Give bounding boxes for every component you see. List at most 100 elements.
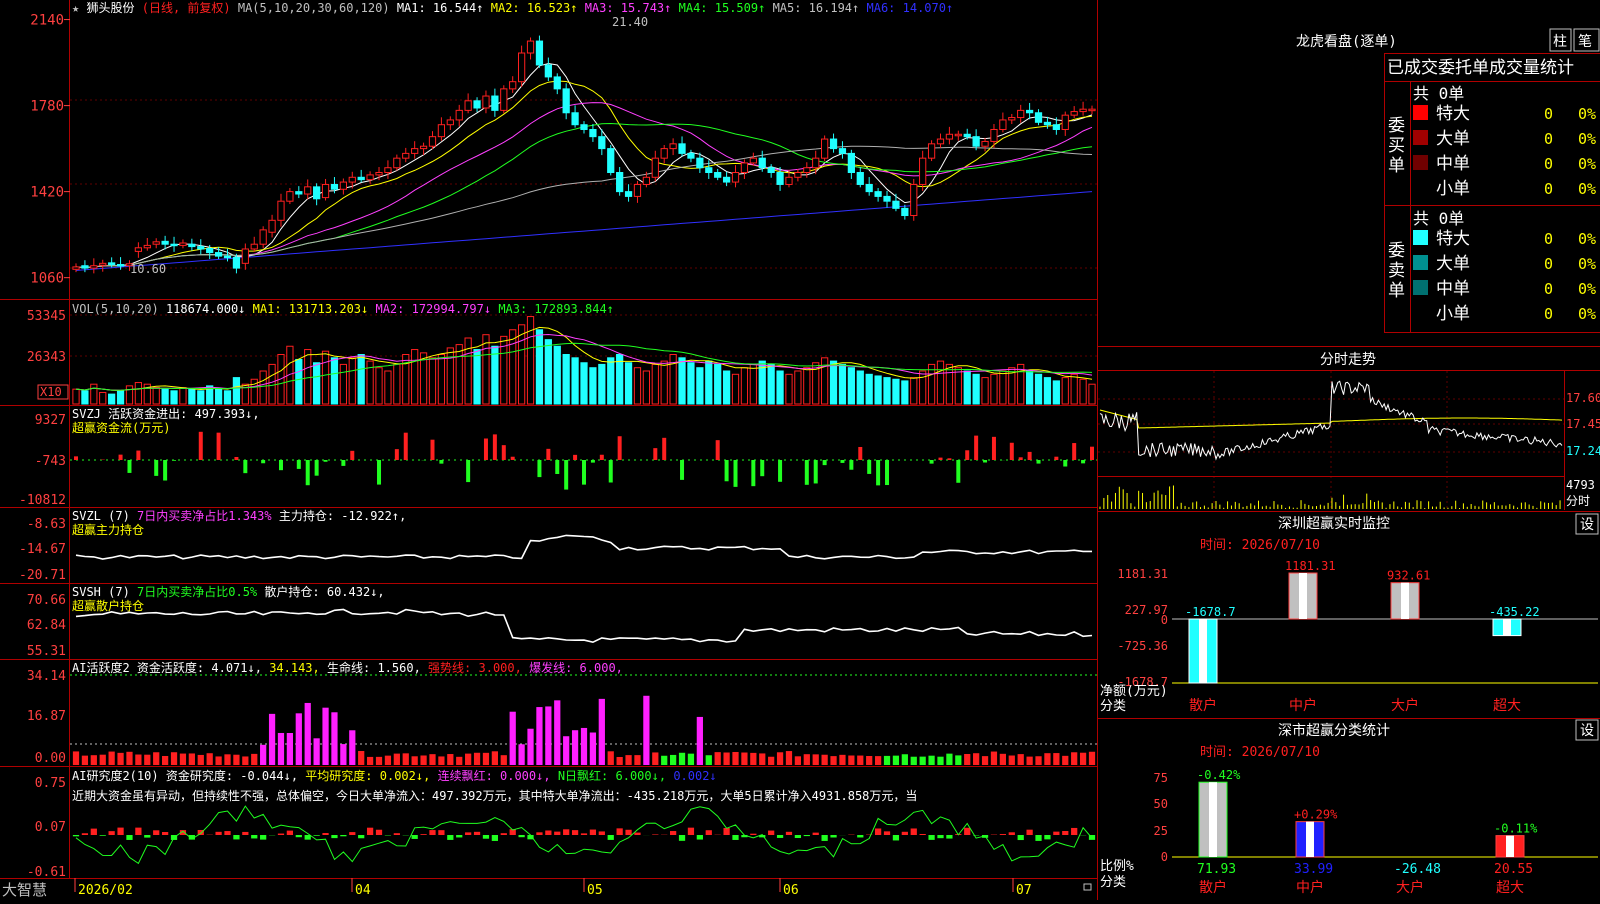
volume-panel[interactable]: 53345 26343 X10 VOL(5,10,20) 118674.000↓… bbox=[27, 302, 1097, 404]
svsh-panel[interactable]: 70.66 62.84 55.31 SVSH (7) 7日内买卖净占比0.5% … bbox=[27, 584, 1092, 659]
lhb-row-name: 小单 bbox=[1436, 304, 1470, 324]
lhb-side-label: 委 bbox=[1388, 241, 1405, 261]
ai-activity-bar bbox=[483, 753, 489, 765]
svzj-bar bbox=[876, 460, 880, 485]
svzj-bar bbox=[716, 440, 720, 460]
star-icon: ★ bbox=[72, 1, 79, 15]
ai-activity-bar bbox=[403, 753, 409, 765]
svzl-panel[interactable]: -8.63 -14.67 -20.71 SVZL (7) 7日内买卖净占比1.3… bbox=[19, 508, 1092, 583]
ai-research-bar bbox=[928, 835, 934, 840]
ai-activity-bar bbox=[982, 756, 988, 765]
svg-text:-725.36: -725.36 bbox=[1117, 639, 1168, 653]
volume-bar bbox=[697, 368, 703, 404]
classify-panel[interactable]: 深市超赢分类统计 设 时间: 2026/07/10 75 50 25 0 -0.… bbox=[1098, 719, 1600, 897]
svzj-bar bbox=[618, 436, 622, 460]
ai-activity-bar bbox=[822, 755, 828, 765]
candle-body bbox=[1089, 109, 1095, 111]
volume-bar bbox=[518, 325, 524, 404]
svzj-axis-label: -10812 bbox=[19, 493, 66, 508]
ai-activity-bar bbox=[1044, 753, 1050, 765]
svzj-bar bbox=[136, 451, 140, 460]
ma6-value: MA6: 14.070↑ bbox=[867, 1, 954, 15]
candle-body bbox=[830, 139, 836, 149]
price-panel[interactable]: 2140178014201060 21.40 10.60 ★ 狮头股份 (日线,… bbox=[30, 0, 1097, 287]
ai-research-bar bbox=[340, 835, 346, 836]
svzj-bar bbox=[350, 451, 354, 460]
candle bbox=[920, 151, 926, 191]
candle-body bbox=[1026, 110, 1032, 112]
candle bbox=[501, 85, 507, 113]
candle-body bbox=[349, 177, 355, 182]
ai-research-bar bbox=[117, 828, 123, 835]
candle-body bbox=[180, 243, 186, 245]
candle-body bbox=[385, 168, 391, 173]
candle-body bbox=[322, 184, 328, 197]
monitor-bar-label: 1181.31 bbox=[1285, 559, 1336, 573]
candle-body bbox=[777, 173, 783, 185]
lock-icon[interactable] bbox=[1084, 884, 1091, 890]
svzj-bar bbox=[992, 437, 996, 460]
volume-bar bbox=[804, 368, 810, 404]
candle bbox=[483, 91, 489, 114]
candle-body bbox=[688, 153, 694, 158]
intraday-panel[interactable]: 分时走势 17.60 17.45 17.24 4793 分时 bbox=[1098, 347, 1600, 511]
candle-body bbox=[715, 173, 721, 178]
ai-activity-bar bbox=[732, 752, 738, 765]
svzj-bar bbox=[662, 438, 666, 460]
low-price-marker: 10.60 bbox=[130, 262, 166, 276]
lhb-row-count: 0 bbox=[1544, 305, 1553, 323]
monitor-panel[interactable]: 深圳超赢实时监控 设 时间: 2026/07/10 1181.31 227.97… bbox=[1098, 512, 1600, 715]
ai-research-bar bbox=[82, 833, 88, 835]
ai-activity-bar bbox=[100, 755, 106, 765]
candle-body bbox=[394, 158, 400, 168]
volume-bar bbox=[1062, 378, 1068, 404]
ma4-value: MA4: 15.509↑ bbox=[679, 1, 766, 15]
candle bbox=[135, 242, 141, 258]
ai-activity-panel[interactable]: 34.14 16.87 0.00 AI活跃度2 资金活跃度: 4.071↓, 3… bbox=[27, 660, 1097, 766]
volume-bar bbox=[786, 374, 792, 404]
ai-activity-bar bbox=[260, 745, 266, 765]
ma-lines bbox=[76, 64, 1092, 271]
intraday-volume bbox=[1100, 486, 1560, 509]
classify-change-label: -0.11% bbox=[1494, 822, 1538, 836]
candle bbox=[153, 238, 159, 248]
date-label: 05 bbox=[587, 883, 603, 898]
volume-bar bbox=[839, 364, 845, 404]
ai-activity-bar bbox=[813, 754, 819, 765]
svzj-panel[interactable]: 9327 -743 -10812 SVZJ 活跃资金进出: 497.393↓, … bbox=[19, 406, 1097, 508]
ai-research-bar bbox=[224, 831, 230, 835]
candle-body bbox=[492, 96, 498, 110]
lhb-row-pct: 0% bbox=[1578, 180, 1596, 198]
volume-bar bbox=[937, 361, 943, 404]
ai-research-bar bbox=[830, 835, 836, 837]
candle-body bbox=[278, 201, 284, 220]
candle-body bbox=[670, 144, 676, 149]
svzj-bar bbox=[814, 460, 818, 483]
ai-activity-bar bbox=[937, 757, 943, 765]
svzj-bar bbox=[582, 460, 586, 485]
volume-bar bbox=[955, 368, 961, 404]
lhb-row-pct: 0% bbox=[1578, 155, 1596, 173]
svsh-line bbox=[76, 610, 1092, 643]
candle-body bbox=[117, 265, 123, 267]
candle bbox=[1026, 103, 1032, 119]
candle bbox=[937, 134, 943, 148]
candle-body bbox=[82, 266, 88, 268]
volume-bar bbox=[215, 389, 221, 404]
ai-research-panel[interactable]: 0.75 0.07 -0.61 AI研究度2(10) 资金研究度: -0.044… bbox=[27, 768, 1095, 880]
candle-body bbox=[215, 253, 221, 257]
svzj-bar bbox=[725, 460, 729, 481]
volume-bar bbox=[429, 358, 435, 404]
ai-activity-bar bbox=[1000, 754, 1006, 765]
candle-body bbox=[617, 173, 623, 192]
svzj-bar bbox=[1063, 460, 1067, 467]
ai-research-bar bbox=[518, 835, 524, 837]
volume-bar bbox=[126, 386, 132, 404]
svzj-bar bbox=[840, 460, 844, 463]
svzj-bar bbox=[546, 449, 550, 460]
ai-activity-bar bbox=[420, 755, 426, 765]
svzj-bar bbox=[377, 460, 381, 485]
ai-research-bar bbox=[786, 832, 792, 835]
classify-bar-highlight bbox=[1306, 822, 1314, 857]
lhb-panel[interactable]: 龙虎看盘(逐单) 柱 笔 已成交委托单成交量统计 委买单共 0单特大00%大单0… bbox=[1296, 29, 1600, 333]
